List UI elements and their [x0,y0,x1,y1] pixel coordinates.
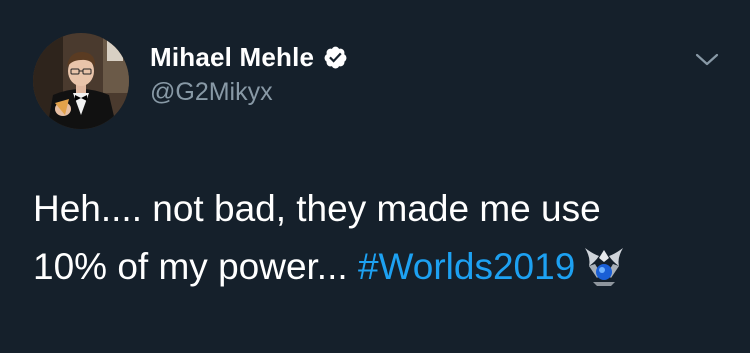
chevron-down-icon[interactable] [694,50,720,70]
user-handle[interactable]: @G2Mikyx [150,78,348,107]
display-name[interactable]: Mihael Mehle [150,42,314,73]
avatar[interactable] [33,33,129,129]
tweet-text-line: Heh.... not bad, they made me use [33,188,601,229]
tweet-text-line: 10% of my power... #Worlds2019 [33,238,733,296]
verified-badge-icon [323,45,348,70]
tweet-text: Heh.... not bad, they made me use 10% of… [33,180,733,296]
name-row: Mihael Mehle [150,40,348,74]
tweet-card: Mihael Mehle @G2Mikyx Heh.... not bad, t… [0,0,750,353]
worlds-trophy-icon [581,242,627,288]
author-block: Mihael Mehle @G2Mikyx [150,40,348,107]
tweet-text-segment: 10% of my power... [33,246,358,287]
hashtag-link[interactable]: #Worlds2019 [358,246,575,287]
